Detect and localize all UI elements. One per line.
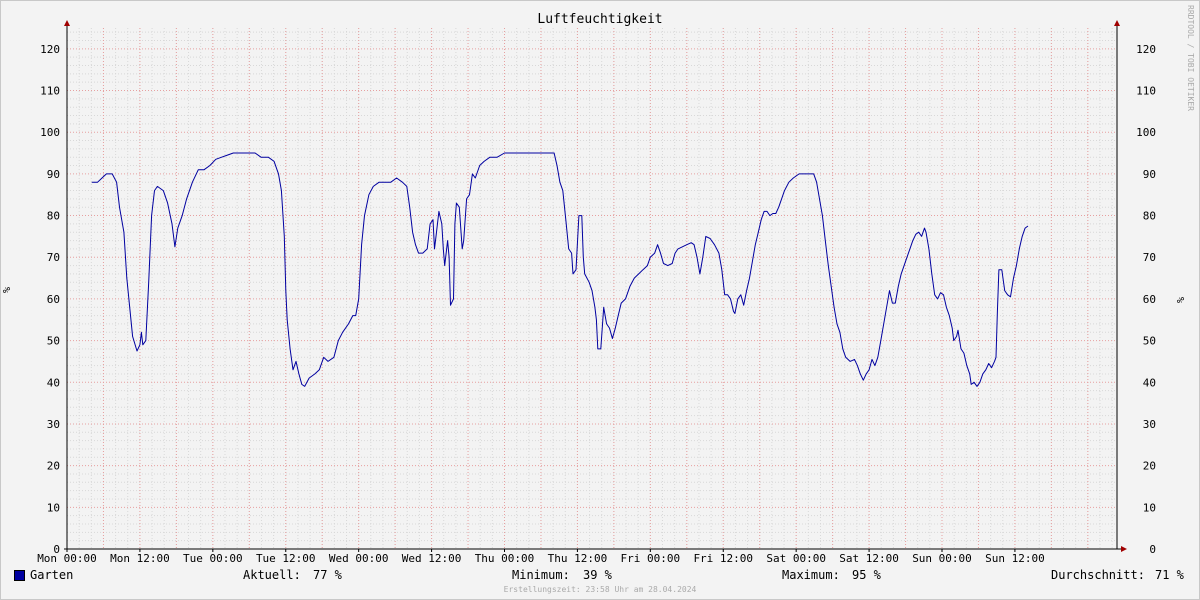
y-tick-label: 40	[47, 376, 60, 389]
y-tick-label: 120	[40, 43, 60, 56]
y-axis-arrow-right	[1114, 20, 1120, 26]
y-tick-label: 60	[1143, 293, 1156, 306]
x-tick-label: Thu 12:00	[548, 552, 608, 565]
max-value: 95 %	[852, 568, 881, 582]
y-tick-label: 20	[47, 460, 60, 473]
x-tick-label: Mon 00:00	[37, 552, 97, 565]
chart-axes	[64, 20, 1127, 552]
min-value: 39 %	[583, 568, 612, 582]
grid-minor	[67, 28, 1117, 549]
x-tick-label: Wed 12:00	[402, 552, 462, 565]
y-tick-label: 110	[1136, 85, 1156, 98]
x-tick-label: Fri 12:00	[693, 552, 753, 565]
y-tick-label: 80	[1143, 210, 1156, 223]
legend-row: Garten Aktuell: 77 % Minimum: 39 % Maxim…	[0, 568, 1200, 584]
y-axis-label-right: %	[1174, 297, 1185, 303]
y-tick-label: 60	[47, 293, 60, 306]
y-tick-label: 50	[47, 335, 60, 348]
y-tick-label: 30	[1143, 418, 1156, 431]
y-tick-label: 110	[40, 85, 60, 98]
x-tick-label: Tue 12:00	[256, 552, 316, 565]
y-tick-label: 10	[47, 501, 60, 514]
x-tick-label: Sat 12:00	[839, 552, 899, 565]
y-tick-labels-left: 0102030405060708090100110120	[40, 43, 60, 556]
y-tick-label: 10	[1143, 501, 1156, 514]
avg-value: 71 %	[1155, 568, 1184, 582]
y-tick-label: 40	[1143, 376, 1156, 389]
chart-title: Luftfeuchtigkeit	[537, 12, 662, 27]
current-value: 77 %	[313, 568, 342, 582]
y-tick-label: 0	[1149, 543, 1156, 556]
y-tick-labels-right: 0 10 20 30 40 50 60 70 80 90 100 110 120	[1136, 43, 1156, 556]
creation-timestamp: Erstellungszeit: 23:58 Uhr am 28.04.2024	[503, 585, 697, 594]
y-tick-label: 90	[47, 168, 60, 181]
y-tick-label: 50	[1143, 335, 1156, 348]
x-tick-label: Sun 12:00	[985, 552, 1045, 565]
y-tick-label: 70	[1143, 251, 1156, 264]
x-tick-labels: Mon 00:00 Mon 12:00 Tue 00:00 Tue 12:00 Wed …	[37, 549, 1045, 565]
y-tick-label: 70	[47, 251, 60, 264]
x-tick-label: Sat 00:00	[766, 552, 826, 565]
min-label: Minimum:	[512, 568, 570, 582]
y-tick-label: 120	[1136, 43, 1156, 56]
x-axis-arrow	[1121, 546, 1127, 552]
humidity-chart: 0 10 20 30 40 50 60 70 80 90 100 110 120 0 10 20 30 40 50…	[2, 12, 1185, 565]
series-group	[91, 152, 1029, 387]
x-tick-label: Tue 00:00	[183, 552, 243, 565]
avg-label: Durchschnitt:	[1051, 568, 1145, 582]
y-tick-label: 80	[47, 210, 60, 223]
y-tick-label: 30	[47, 418, 60, 431]
y-axis-arrow-left	[64, 20, 70, 26]
x-tick-label: Fri 00:00	[621, 552, 681, 565]
x-tick-label: Wed 00:00	[329, 552, 389, 565]
x-tick-label: Mon 12:00	[110, 552, 170, 565]
current-label: Aktuell:	[243, 568, 301, 582]
y-tick-label: 20	[1143, 460, 1156, 473]
y-tick-label: 90	[1143, 168, 1156, 181]
y-tick-label: 100	[1136, 126, 1156, 139]
x-tick-label: Sun 00:00	[912, 552, 972, 565]
vendor-watermark: RRDTOOL / TOBI OETIKER	[1186, 5, 1195, 111]
series-line-garten	[91, 152, 1029, 387]
y-axis-label-left: %	[2, 287, 13, 293]
max-label: Maximum:	[782, 568, 840, 582]
legend-series-name: Garten	[30, 568, 74, 582]
y-tick-label: 100	[40, 126, 60, 139]
x-tick-label: Thu 00:00	[475, 552, 535, 565]
